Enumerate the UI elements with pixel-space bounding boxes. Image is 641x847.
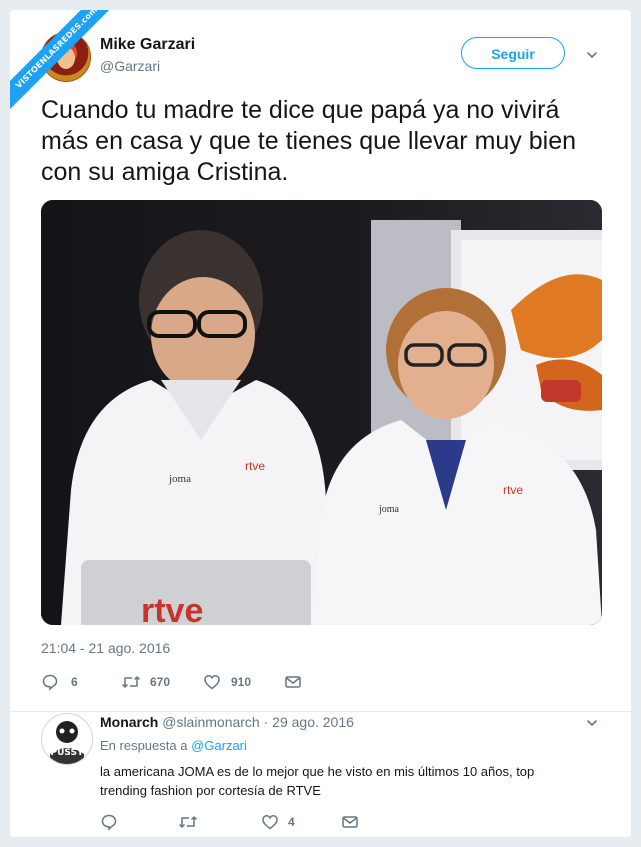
chevron-down-icon[interactable] [585,48,599,62]
follow-button[interactable]: Seguir [461,37,565,69]
reply-count: 6 [71,675,78,689]
photo-illustration: rtve joma rtve joma rtve [41,200,602,625]
joma-label-2: joma [378,504,400,515]
reply-avatar-text: PUSSY [51,748,84,758]
rtve-chest-logo-2: rtve [503,483,523,497]
reply-author-name[interactable]: Monarch [100,714,158,730]
watermark: VISTOENLASREDES.com [10,10,130,130]
reply-icon [42,674,58,691]
like-count: 910 [231,675,252,689]
watermark-text: VISTOENLASREDES [14,20,84,91]
reply-author-handle[interactable]: @slainmonarch [162,714,259,730]
tweet-photo[interactable]: rtve joma rtve joma rtve [41,200,602,625]
reply-separator: · [263,714,269,730]
reply-date[interactable]: 29 ago. 2016 [272,714,354,730]
watermark-suffix: .com [76,10,100,28]
rtve-chest-logo: rtve [245,459,265,473]
joma-label: joma [168,473,191,485]
in-reply-handle-link[interactable]: @Garzari [191,738,247,753]
reply-icon [101,814,117,831]
divider [10,711,631,712]
in-reply-to: En respuesta a @Garzari [100,738,247,753]
retweet-icon [121,676,141,688]
mail-icon [342,816,358,828]
reply-header: Monarch @slainmonarch · 29 ago. 2016 [100,714,354,730]
reply-avatar[interactable]: PUSSY [41,713,93,765]
laptop-logo: rtve [141,592,203,625]
reply-like-count: 4 [288,815,295,829]
tweet-timestamp[interactable]: 21:04 - 21 ago. 2016 [41,640,170,656]
reply-text: la americana JOMA es de lo mejor que he … [100,764,535,798]
reply-chevron-down-icon[interactable] [585,716,599,730]
in-reply-prefix: En respuesta a [100,738,188,753]
mail-icon [285,676,301,688]
retweet-icon [178,816,198,828]
heart-icon [204,675,220,690]
retweet-count: 670 [150,675,171,689]
heart-icon [262,815,278,830]
tweet-card: VISTOENLASREDES.com Mike Garzari @Garzar… [10,10,631,837]
